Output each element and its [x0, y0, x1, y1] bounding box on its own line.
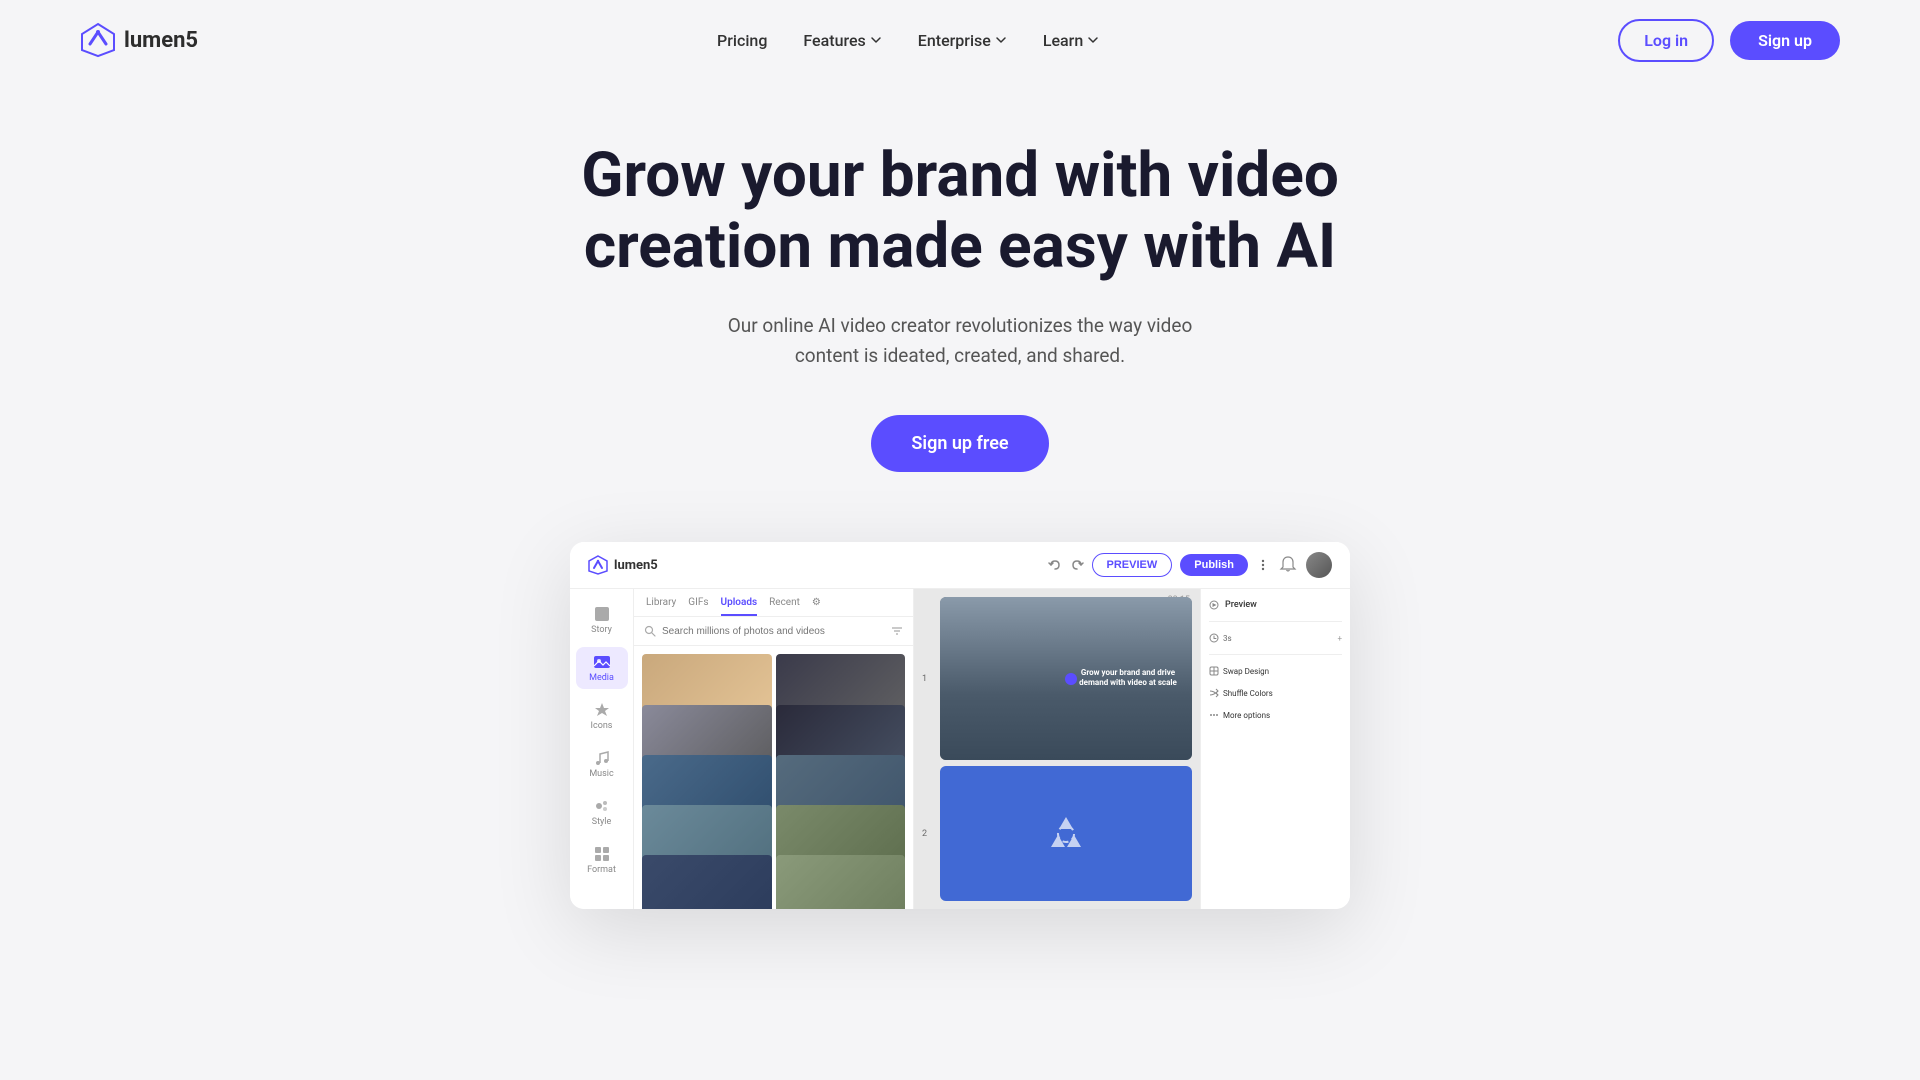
media-grid	[634, 646, 913, 909]
redo-icon[interactable]	[1070, 558, 1084, 572]
dots-horizontal-icon	[1209, 710, 1219, 720]
tab-gifs[interactable]: GIFs	[688, 597, 708, 616]
right-panel-divider-1	[1209, 621, 1342, 622]
app-logo-icon	[588, 555, 608, 575]
logo-link[interactable]: lumen5	[80, 22, 198, 58]
canvas-dot	[1065, 673, 1077, 685]
more-options-icon[interactable]	[1256, 558, 1270, 572]
canvas-wrapper: 00:15 1 Grow your brand and drive demand…	[914, 589, 1200, 909]
sidebar-music-label: Music	[589, 769, 613, 779]
right-panel-preview-item[interactable]: Preview	[1209, 597, 1342, 613]
filter-icon[interactable]	[891, 625, 903, 637]
search-icon	[644, 625, 656, 637]
shuffle-icon	[1209, 688, 1219, 698]
login-button[interactable]: Log in	[1618, 19, 1714, 62]
tab-settings-icon[interactable]: ⚙	[812, 597, 821, 616]
slide-row-2: 2	[940, 766, 1192, 901]
app-logo-area: lumen5	[588, 555, 658, 575]
tab-uploads[interactable]: Uploads	[721, 597, 758, 616]
hero-cta-button[interactable]: Sign up free	[871, 415, 1048, 472]
tab-recent[interactable]: Recent	[769, 597, 800, 616]
logo-text: lumen5	[124, 28, 198, 53]
nav-pricing[interactable]: Pricing	[717, 31, 767, 50]
app-preview-button[interactable]: PREVIEW	[1092, 553, 1173, 577]
media-tabs: Library GIFs Uploads Recent ⚙	[634, 589, 913, 617]
nav-enterprise[interactable]: Enterprise	[918, 31, 1007, 50]
right-panel-divider-2	[1209, 654, 1342, 655]
chevron-down-icon	[995, 34, 1007, 46]
app-toolbar-actions: PREVIEW Publish	[1048, 552, 1332, 578]
sidebar-item-music[interactable]: Music	[576, 743, 628, 785]
chevron-down-icon	[1087, 34, 1099, 46]
media-search-bar	[634, 617, 913, 646]
media-panel: Library GIFs Uploads Recent ⚙	[634, 589, 914, 909]
sidebar-format-label: Format	[587, 865, 616, 875]
media-item[interactable]	[642, 855, 772, 909]
app-sidebar: Story Media Icons	[570, 589, 634, 909]
app-screenshot: lumen5 PREVIEW Publish	[570, 542, 1350, 909]
hero-section: Grow your brand with video creation made…	[0, 80, 1920, 909]
sidebar-item-media[interactable]: Media	[576, 647, 628, 689]
sidebar-item-icons[interactable]: Icons	[576, 695, 628, 737]
right-panel-more-item[interactable]: More options	[1209, 707, 1342, 723]
slide-row-1: 1 Grow your brand and drive demand with …	[940, 597, 1192, 760]
nav-links: Pricing Features Enterprise Learn	[717, 31, 1099, 50]
canvas-slide-2[interactable]	[940, 766, 1192, 901]
notification-icon[interactable]	[1278, 555, 1298, 575]
story-icon	[593, 605, 611, 623]
nav-actions: Log in Sign up	[1618, 19, 1840, 62]
slide-number-1: 1	[922, 674, 927, 684]
sidebar-item-story[interactable]: Story	[576, 599, 628, 641]
sidebar-item-format[interactable]: Format	[576, 839, 628, 881]
style-icon	[593, 797, 611, 815]
app-user-avatar[interactable]	[1306, 552, 1332, 578]
navbar: lumen5 Pricing Features Enterprise	[0, 0, 1920, 80]
recycle-icon	[1041, 809, 1091, 859]
sidebar-media-label: Media	[589, 673, 614, 683]
canvas-slide-1[interactable]: Grow your brand and drive demand with vi…	[940, 597, 1192, 760]
sidebar-icons-label: Icons	[591, 721, 613, 731]
media-icon	[593, 653, 611, 671]
sidebar-style-label: Style	[592, 817, 612, 827]
media-search-input[interactable]	[662, 626, 885, 637]
hero-subtitle: Our online AI video creator revolutioniz…	[700, 311, 1220, 372]
undo-icon[interactable]	[1048, 558, 1062, 572]
right-panel-shuffle-item[interactable]: Shuffle Colors	[1209, 685, 1342, 701]
hero-title: Grow your brand with video creation made…	[580, 140, 1340, 283]
app-toolbar: lumen5 PREVIEW Publish	[570, 542, 1350, 589]
preview-icon	[1209, 600, 1219, 610]
format-icon	[593, 845, 611, 863]
nav-features[interactable]: Features	[803, 31, 881, 50]
canvas-slide-1-text: Grow your brand and drive demand with vi…	[1078, 668, 1178, 690]
right-panel-timer-section: 3s +	[1209, 630, 1342, 646]
clock-icon	[1209, 633, 1219, 643]
icons-icon	[593, 701, 611, 719]
right-panel-preview-section: Preview	[1209, 597, 1342, 613]
signup-button[interactable]: Sign up	[1730, 21, 1840, 60]
logo-icon	[80, 22, 116, 58]
sidebar-story-label: Story	[591, 625, 612, 635]
tab-library[interactable]: Library	[646, 597, 676, 616]
music-icon	[593, 749, 611, 767]
swap-icon	[1209, 666, 1219, 676]
chevron-down-icon	[870, 34, 882, 46]
nav-learn[interactable]: Learn	[1043, 31, 1099, 50]
app-logo-text: lumen5	[614, 558, 658, 573]
right-panel-swap-item[interactable]: Swap Design	[1209, 663, 1342, 679]
media-item[interactable]	[776, 855, 906, 909]
slide-number-2: 2	[922, 829, 927, 839]
sidebar-item-style[interactable]: Style	[576, 791, 628, 833]
app-publish-button[interactable]: Publish	[1180, 554, 1248, 576]
right-panel: Preview 3s +	[1200, 589, 1350, 909]
app-body: Story Media Icons	[570, 589, 1350, 909]
